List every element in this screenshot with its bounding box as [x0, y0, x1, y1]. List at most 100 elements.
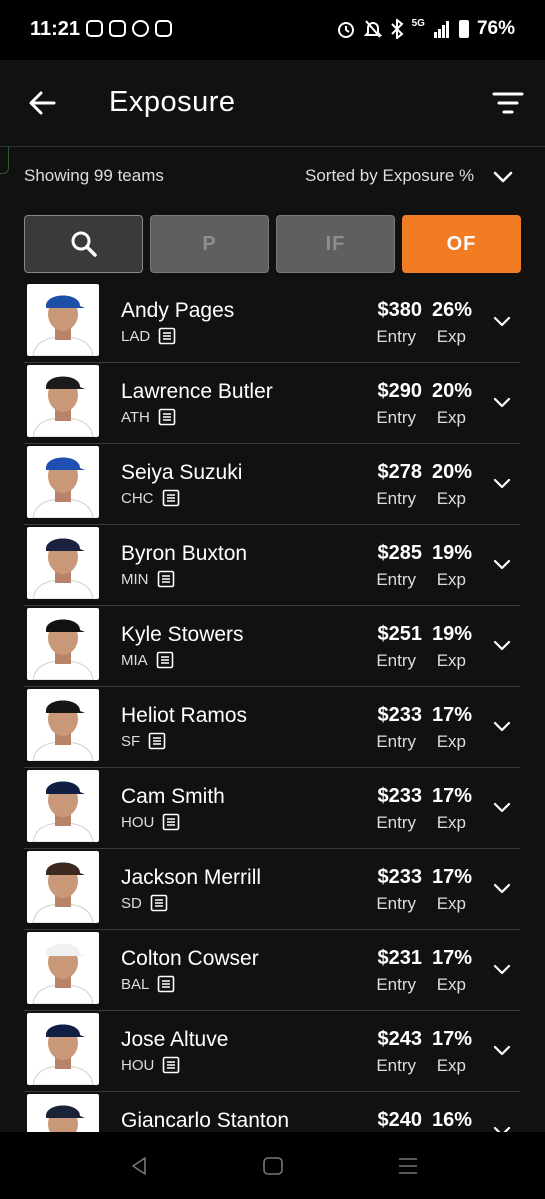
chevron-down-icon[interactable]: [492, 878, 512, 898]
exposure-label: Exp: [436, 327, 466, 346]
back-arrow-icon[interactable]: [26, 86, 60, 120]
player-headshot: [27, 608, 99, 680]
player-row[interactable]: Heliot Ramos SF $233 Entry 17% Exp: [24, 687, 520, 768]
status-time: 11:21: [30, 18, 81, 40]
tab-of[interactable]: OF: [402, 215, 521, 273]
exposure-label: Exp: [436, 489, 466, 508]
notes-icon[interactable]: [162, 1056, 180, 1074]
tab-if[interactable]: IF: [276, 215, 395, 273]
player-photo: [27, 689, 99, 761]
player-row[interactable]: Jackson Merrill SD $233 Entry 17% Exp: [24, 849, 520, 930]
teams-count: Showing 99 teams: [24, 166, 164, 185]
chevron-down-icon[interactable]: [492, 166, 514, 188]
entry-amount: $380: [377, 299, 423, 321]
team-abbr: MIA: [121, 651, 148, 669]
tab-p[interactable]: P: [150, 215, 269, 273]
chevron-down-icon[interactable]: [492, 797, 512, 817]
exposure-percent: 20%: [431, 461, 472, 483]
entry-label: Entry: [376, 489, 416, 508]
player-row[interactable]: Jose Altuve HOU $243 Entry 17% Exp: [24, 1011, 520, 1092]
player-name[interactable]: Cam Smith: [121, 785, 225, 809]
team-abbr: HOU: [121, 813, 155, 831]
notes-icon[interactable]: [157, 975, 175, 993]
search-icon: [71, 231, 97, 257]
team-line: CHC: [121, 489, 180, 507]
team-abbr: CHC: [121, 489, 154, 507]
chevron-down-icon[interactable]: [492, 635, 512, 655]
team-line: MIA: [121, 651, 174, 669]
chevron-down-icon[interactable]: [492, 554, 512, 574]
chevron-down-icon[interactable]: [492, 959, 512, 979]
player-row[interactable]: Byron Buxton MIN $285 Entry 19% Exp: [24, 525, 520, 606]
nav-recents-icon[interactable]: [396, 1154, 420, 1178]
notes-icon[interactable]: [156, 651, 174, 669]
notes-icon[interactable]: [157, 570, 175, 588]
player-row[interactable]: Cam Smith HOU $233 Entry 17% Exp: [24, 768, 520, 849]
player-headshot: [27, 770, 99, 842]
exposure-percent: 20%: [431, 380, 472, 402]
exposure-label: Exp: [436, 570, 466, 589]
player-headshot: [27, 1013, 99, 1085]
entry-amount: $231: [377, 947, 423, 969]
search-button[interactable]: [24, 215, 143, 273]
battery-percent: 76%: [476, 18, 515, 39]
player-name[interactable]: Byron Buxton: [121, 542, 247, 566]
team-line: BAL: [121, 975, 175, 993]
battery-icon: [458, 20, 469, 38]
notes-icon[interactable]: [162, 489, 180, 507]
exposure-label: Exp: [436, 975, 466, 994]
player-name[interactable]: Giancarlo Stanton: [121, 1109, 289, 1133]
exposure-percent: 17%: [431, 947, 472, 969]
entry-label: Entry: [376, 975, 416, 994]
instagram-icon: [86, 20, 103, 37]
player-row[interactable]: Seiya Suzuki CHC $278 Entry 20% Exp: [24, 444, 520, 525]
player-name[interactable]: Andy Pages: [121, 299, 234, 323]
notes-icon[interactable]: [158, 408, 176, 426]
player-photo: [27, 365, 99, 437]
player-name[interactable]: Heliot Ramos: [121, 704, 247, 728]
team-line: LAD: [121, 327, 176, 345]
player-name[interactable]: Lawrence Butler: [121, 380, 273, 404]
player-name[interactable]: Colton Cowser: [121, 947, 259, 971]
exposure-label: Exp: [436, 813, 466, 832]
chevron-down-icon[interactable]: [492, 716, 512, 736]
entry-label: Entry: [376, 651, 416, 670]
entry-label: Entry: [376, 570, 416, 589]
player-row[interactable]: Colton Cowser BAL $231 Entry 17% Exp: [24, 930, 520, 1011]
bluetooth-icon: [390, 19, 404, 39]
nav-back-icon[interactable]: [127, 1154, 151, 1178]
player-row[interactable]: Andy Pages LAD $380 Entry 26% Exp: [24, 282, 520, 363]
notes-icon[interactable]: [162, 813, 180, 831]
player-name[interactable]: Jackson Merrill: [121, 866, 261, 890]
player-headshot: [27, 365, 99, 437]
notes-icon[interactable]: [150, 894, 168, 912]
notes-icon[interactable]: [148, 732, 166, 750]
chevron-down-icon[interactable]: [492, 1040, 512, 1060]
player-name[interactable]: Seiya Suzuki: [121, 461, 242, 485]
entry-amount: $278: [377, 461, 423, 483]
entry-amount: $233: [377, 866, 423, 888]
team-line: HOU: [121, 1056, 180, 1074]
chevron-down-icon[interactable]: [492, 392, 512, 412]
player-name[interactable]: Jose Altuve: [121, 1028, 228, 1052]
nav-home-icon[interactable]: [261, 1154, 285, 1178]
alarm-icon: [337, 22, 354, 38]
player-name[interactable]: Kyle Stowers: [121, 623, 244, 647]
filter-icon[interactable]: [492, 90, 524, 116]
entry-label: Entry: [376, 813, 416, 832]
player-photo: [27, 932, 99, 1004]
player-photo: [27, 527, 99, 599]
exposure-label: Exp: [436, 408, 466, 427]
chevron-down-icon[interactable]: [492, 473, 512, 493]
notes-icon[interactable]: [158, 327, 176, 345]
chevron-down-icon[interactable]: [492, 311, 512, 331]
app-header: Exposure: [0, 60, 545, 147]
player-row[interactable]: Kyle Stowers MIA $251 Entry 19% Exp: [24, 606, 520, 687]
team-line: SF: [121, 732, 166, 750]
player-photo: [27, 608, 99, 680]
player-headshot: [27, 284, 99, 356]
player-headshot: [27, 527, 99, 599]
exposure-percent: 19%: [431, 623, 472, 645]
sort-label[interactable]: Sorted by Exposure %: [305, 166, 474, 186]
player-row[interactable]: Lawrence Butler ATH $290 Entry 20% Exp: [24, 363, 520, 444]
